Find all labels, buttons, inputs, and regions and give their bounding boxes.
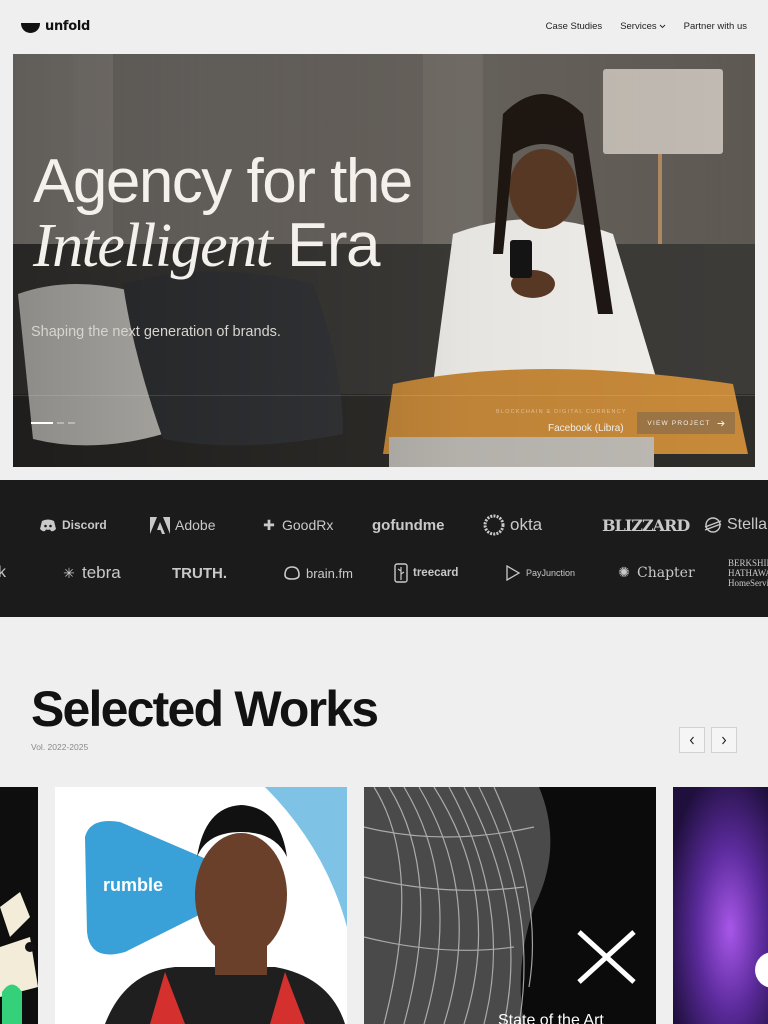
logo-mark-icon bbox=[21, 22, 40, 33]
client-logo-berkshire: BERKSHIRE HATHAWAY HomeServices bbox=[728, 558, 768, 588]
works-volume: Vol. 2022-2025 bbox=[31, 742, 89, 752]
client-logo-tebra: ✳ tebra bbox=[61, 563, 172, 583]
client-logo-discord: Discord bbox=[39, 518, 150, 532]
carousel-prev-button[interactable] bbox=[679, 727, 705, 753]
client-name-discord: Discord bbox=[62, 518, 107, 532]
hero-title-italic: Intelligent bbox=[33, 212, 273, 280]
brainfm-icon bbox=[284, 566, 300, 580]
hero-title: Agency for the Intelligent Era bbox=[33, 147, 413, 280]
client-logo-goodrx: ✚ GoodRx bbox=[261, 516, 372, 534]
client-logos-row-1: Discord Adobe ✚ GoodRx gofundme okta BLI… bbox=[39, 514, 767, 536]
work-card-partial-right[interactable] bbox=[673, 787, 768, 1024]
work-card-artwork bbox=[364, 787, 656, 1024]
client-logo-blizzard: BLIZZARD bbox=[602, 516, 704, 535]
nav-case-studies-label: Case Studies bbox=[545, 20, 603, 32]
nav-case-studies[interactable]: Case Studies bbox=[546, 21, 603, 32]
client-name-blizzard: BLIZZARD bbox=[602, 515, 690, 535]
adobe-icon bbox=[150, 516, 170, 534]
client-name-gofundme: gofundme bbox=[372, 516, 445, 534]
slide-indicator bbox=[31, 422, 75, 424]
works-title: Selected Works bbox=[31, 681, 379, 737]
work-card-state-of-the-art[interactable]: State of the Art bbox=[364, 787, 656, 1024]
discord-icon bbox=[40, 519, 56, 531]
client-name-berkshire: BERKSHIRE HATHAWAY HomeServices bbox=[728, 558, 768, 588]
client-name-okta: okta bbox=[510, 515, 543, 534]
rumble-wordmark: rumble bbox=[103, 875, 164, 895]
client-logos-band: Discord Adobe ✚ GoodRx gofundme okta BLI… bbox=[0, 480, 768, 617]
nav-partner-label: Partner with us bbox=[683, 20, 747, 32]
stellar-icon bbox=[704, 517, 722, 533]
hero-title-line1: Agency for the bbox=[33, 147, 413, 216]
client-logo-partial: ck bbox=[0, 564, 61, 582]
view-project-button[interactable]: VIEW PROJECT bbox=[637, 412, 735, 434]
client-name-goodrx: GoodRx bbox=[282, 517, 334, 533]
chevron-left-icon bbox=[689, 736, 694, 744]
client-logo-okta: okta bbox=[483, 514, 602, 536]
client-logo-payjunction: PayJunction bbox=[505, 565, 616, 581]
client-logo-treecard: treecard bbox=[394, 563, 505, 583]
work-card-artwork bbox=[55, 787, 347, 1024]
work-card-rumble[interactable]: rumble bbox=[55, 787, 347, 1024]
hero-subtitle: Shaping the next generation of brands. bbox=[31, 324, 281, 340]
slide-dot-2[interactable] bbox=[57, 422, 64, 424]
tebra-icon: ✳ bbox=[63, 564, 75, 581]
hero-divider bbox=[13, 395, 755, 396]
treecard-icon bbox=[394, 563, 408, 583]
client-logos-row-2: ck ✳ tebra TRUTH. brain.fm treecard PayJ… bbox=[0, 558, 768, 588]
payjunction-icon bbox=[506, 565, 521, 581]
project-name: Facebook (Libra) bbox=[548, 423, 624, 434]
client-logo-truth: TRUTH. bbox=[172, 565, 283, 582]
brand-logo[interactable]: unfold bbox=[21, 19, 90, 34]
hero-title-rest: Era bbox=[271, 211, 380, 280]
nav-partner[interactable]: Partner with us bbox=[684, 21, 747, 32]
client-logo-adobe: Adobe bbox=[150, 516, 261, 534]
client-name-payjunction: PayJunction bbox=[526, 568, 576, 578]
client-logo-stellar: Stella bbox=[704, 516, 767, 534]
project-category: BLOCKCHAIN & DIGITAL CURRENCY bbox=[496, 409, 627, 415]
nav-services-label: Services bbox=[620, 20, 657, 32]
arrow-right-icon bbox=[717, 420, 725, 426]
hero-banner: Agency for the Intelligent Era Shaping t… bbox=[13, 54, 755, 467]
client-name-tebra: tebra bbox=[82, 563, 121, 582]
client-name-treecard: treecard bbox=[413, 567, 459, 579]
carousel-next-button[interactable] bbox=[711, 727, 737, 753]
client-name-partial: ck bbox=[0, 564, 6, 581]
work-card-artwork bbox=[0, 787, 38, 1024]
client-name-stellar: Stella bbox=[727, 516, 768, 533]
hero-title-line2: Intelligent Era bbox=[33, 211, 412, 280]
client-logo-gofundme: gofundme bbox=[372, 517, 483, 534]
site-header: unfold Case Studies Services Partner wit… bbox=[0, 0, 768, 52]
client-name-chapter: Chapter bbox=[637, 565, 695, 581]
work-card-caption: State of the Art bbox=[498, 1012, 604, 1024]
client-name-truth: TRUTH. bbox=[172, 564, 227, 582]
main-nav: Case Studies Services Partner with us bbox=[546, 21, 747, 32]
nav-services[interactable]: Services bbox=[620, 21, 665, 32]
chapter-icon: ✺ bbox=[618, 565, 630, 581]
chevron-right-icon bbox=[722, 736, 727, 744]
goodrx-icon: ✚ bbox=[263, 516, 275, 533]
view-project-label: VIEW PROJECT bbox=[647, 419, 711, 427]
work-card-artwork bbox=[673, 787, 768, 1024]
okta-icon bbox=[483, 514, 505, 536]
client-logo-brainfm: brain.fm bbox=[283, 565, 394, 581]
chevron-down-icon bbox=[659, 24, 665, 28]
client-name-adobe: Adobe bbox=[175, 517, 216, 533]
client-logo-chapter: ✺ Chapter bbox=[616, 565, 728, 581]
slide-dot-1[interactable] bbox=[31, 422, 53, 424]
slide-dot-3[interactable] bbox=[68, 422, 75, 424]
work-card-partial-left[interactable] bbox=[0, 787, 38, 1024]
client-name-brainfm: brain.fm bbox=[306, 565, 353, 581]
brand-name: unfold bbox=[45, 18, 91, 34]
